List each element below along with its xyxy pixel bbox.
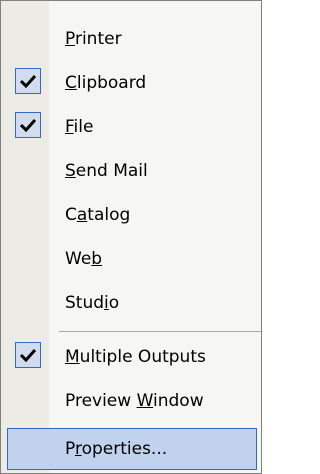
check-indicator (15, 68, 41, 94)
menu-item-properties[interactable]: Properties... (7, 428, 257, 470)
menu-item-multiple-outputs[interactable]: Multiple Outputs (1, 335, 261, 379)
context-menu: Printer Clipboard File Send Mail Catalog… (0, 0, 262, 474)
menu-item-file[interactable]: File (1, 105, 261, 149)
menu-item-send-mail[interactable]: Send Mail (1, 149, 261, 193)
menu-item-label: Catalog (65, 205, 131, 225)
menu-item-label: Printer (65, 29, 122, 49)
menu-item-label: Studio (65, 293, 120, 313)
menu-item-web[interactable]: Web (1, 237, 261, 281)
menu-item-studio[interactable]: Studio (1, 281, 261, 325)
menu-item-label: File (65, 117, 94, 137)
check-icon (20, 74, 36, 88)
menu-item-label: Properties... (65, 439, 168, 459)
menu-item-label: Clipboard (65, 73, 147, 93)
menu-item-printer[interactable]: Printer (1, 17, 261, 61)
menu-item-label: Multiple Outputs (65, 347, 206, 367)
menu-item-catalog[interactable]: Catalog (1, 193, 261, 237)
check-indicator (15, 112, 41, 138)
menu-item-label: Send Mail (65, 161, 148, 181)
check-indicator (15, 342, 41, 368)
menu-item-label: Web (65, 249, 103, 269)
menu-item-preview-window[interactable]: Preview Window (1, 379, 261, 423)
check-icon (20, 348, 36, 362)
check-icon (20, 118, 36, 132)
menu-item-label: Preview Window (65, 391, 204, 411)
menu-separator (59, 331, 261, 332)
menu-item-clipboard[interactable]: Clipboard (1, 61, 261, 105)
